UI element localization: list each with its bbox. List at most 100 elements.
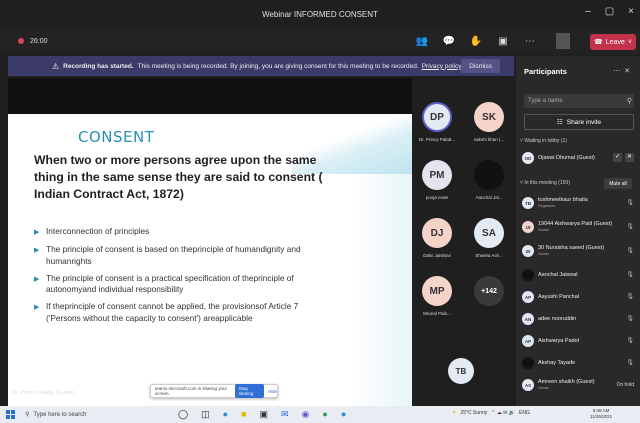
participant-tile[interactable]: DP Dr. Princy Palatt... <box>412 96 462 158</box>
privacy-policy-link[interactable]: Privacy policy <box>422 63 462 70</box>
more-participants-tile[interactable]: +142 <box>464 270 514 332</box>
mic-muted-icon: 🎙 <box>626 272 634 278</box>
more-icon[interactable]: ⋯ <box>523 36 537 47</box>
task-view-icon[interactable]: ◫ <box>201 409 210 420</box>
avatar-initials: MP <box>429 285 445 297</box>
recording-banner: ⚠ Recording has started. This meeting is… <box>8 56 514 76</box>
weather-icon: ☀ <box>452 410 457 416</box>
participant-row[interactable]: Aanchal Jaiswal 🎙 <box>522 266 636 284</box>
maximize-button[interactable]: ▢ <box>605 6 614 17</box>
edge-icon[interactable]: ● <box>223 409 228 420</box>
lobby-participant[interactable]: OD Ojaswi Dhumal (Guest) ✓ ✕ <box>522 149 636 167</box>
participant-tile[interactable]: SK sakshi khan (... <box>464 96 514 158</box>
avatar: SA <box>474 218 504 248</box>
stop-sharing-button[interactable]: Stop sharing <box>234 384 264 398</box>
clock-date: 11/26/2021 <box>590 413 613 419</box>
avatar: DJ <box>422 218 452 248</box>
mic-muted-icon: 🎙 <box>626 200 634 206</box>
participant-tile[interactable]: PM pooja mote <box>412 154 462 216</box>
participant-name: Ojaswi Dhumal (Guest) <box>538 155 595 161</box>
screen-share-notice: teams.microsoft.com is sharing your scre… <box>150 384 278 398</box>
participant-tile[interactable]: DJ Dalvi Jaishavi <box>412 212 462 274</box>
tray-icons[interactable]: ⌃ ☁ ✉ 🔊 <box>491 410 515 416</box>
avatar: 19 <box>522 221 534 233</box>
store-icon[interactable]: ▣ <box>259 409 268 420</box>
participant-row[interactable]: AS Amreen shaikh (Guest) Guest On hold <box>522 376 636 394</box>
chevron-down-icon[interactable]: ˅ <box>628 39 632 46</box>
participant-row[interactable]: TB tushmeetkaur bhatia Organizer 🎙 <box>522 194 636 212</box>
chrome-icon[interactable]: ● <box>322 409 327 420</box>
participant-search-input[interactable]: Type a name <box>524 94 634 108</box>
mic-muted-icon: 🎙 <box>626 338 634 344</box>
self-view-avatar[interactable]: TB <box>448 358 474 384</box>
clock-time: 9:48 AM <box>592 408 610 413</box>
title-bar: Webinar INFORMED CONSENT – ▢ × <box>0 0 640 28</box>
avatar: OD <box>522 152 534 164</box>
avatar: AS <box>522 379 534 391</box>
teams-icon[interactable]: ◉ <box>302 409 310 420</box>
panel-controls: ⋯✕ <box>613 67 634 75</box>
slide-title: CONSENT <box>78 128 155 146</box>
participant-row[interactable]: 19 19044 Aishwarya Patil (Guest) Guest 🎙 <box>522 218 636 236</box>
chat-icon[interactable]: 💬 <box>442 36 456 47</box>
banner-bold: Recording has started. <box>63 62 134 70</box>
weather-text[interactable]: 25°C Sunny <box>460 410 487 416</box>
share-notice-text: teams.microsoft.com is sharing your scre… <box>155 386 228 396</box>
participant-role: Guest <box>538 251 549 256</box>
in-meeting-label: In this meeting (150) <box>524 180 570 186</box>
close-button[interactable]: × <box>628 6 634 17</box>
hide-button[interactable]: Hide <box>268 389 277 394</box>
avatar: DP <box>422 102 452 132</box>
participant-row[interactable]: Akshay Tayade 🎙 <box>522 354 636 372</box>
rooms-icon[interactable]: ▣ <box>496 36 510 47</box>
leave-button[interactable]: ☎ Leave ˅ <box>590 34 636 50</box>
lobby-section[interactable]: ˅ Waiting in lobby (1) <box>520 138 567 144</box>
tile-name: Shweta Ach... <box>475 253 503 258</box>
taskbar-search[interactable]: ⚲ Type here to search <box>25 411 86 419</box>
app-icon[interactable]: ● <box>341 409 346 420</box>
participant-tile[interactable]: Aanchal Jai... <box>464 154 514 216</box>
meeting-toolbar: 26:00 👥 💬 ✋ ▣ ⋯ ▣ 🎙 ⇧ ☎ Leave ˅ <box>0 28 640 54</box>
bullet-text: The principle of consent is a practical … <box>46 272 294 295</box>
deny-icon[interactable]: ✕ <box>625 153 634 162</box>
language-indicator[interactable]: ENG <box>519 410 530 416</box>
participant-row[interactable]: AP Aishwarya Padol 🎙 <box>522 332 636 350</box>
tile-name: Dr. Princy Palatt... <box>418 137 455 142</box>
mic-muted-icon: 🎙 <box>626 248 634 254</box>
in-meeting-section[interactable]: ˅ In this meeting (150) <box>520 180 570 186</box>
bullet-text: The principle of consent is based on the… <box>46 244 301 266</box>
file-explorer-icon[interactable]: ■ <box>241 409 246 420</box>
windows-start-icon[interactable] <box>6 410 15 419</box>
more-icon[interactable]: ⋯ <box>613 68 624 75</box>
share-invite-button[interactable]: ☷ Share invite <box>524 114 634 130</box>
participant-name-block: 30 Nuraisha saeed (Guest) Guest <box>538 245 604 257</box>
presenter-name: Dr. Princy Palatty (Guest) <box>12 390 75 396</box>
system-tray: ☀ 25°C Sunny ⌃ ☁ ✉ 🔊 ENG <box>452 410 530 416</box>
presentation-slide: CONSENT When two or more persons agree u… <box>8 114 412 407</box>
participant-role: Guest <box>538 385 549 390</box>
cortana-icon[interactable]: ◯ <box>178 409 188 420</box>
mail-icon[interactable]: ✉ <box>281 409 289 420</box>
people-icon[interactable]: 👥 <box>415 36 429 47</box>
meeting-timer: 26:00 <box>30 37 48 45</box>
bullet-text: If theprinciple of consent cannot be app… <box>46 301 299 323</box>
avatar-initials: PM <box>429 169 445 181</box>
participant-role: Organizer <box>538 203 556 208</box>
clock[interactable]: 9:48 AM 11/26/2021 <box>590 408 612 419</box>
share-invite-label: Share invite <box>566 118 602 126</box>
tile-name: sakshi khan (... <box>473 137 505 142</box>
mute-all-button[interactable]: Mute all <box>604 178 632 189</box>
minimize-button[interactable]: – <box>585 6 591 17</box>
participant-tile[interactable]: MP Mrunal Palo... <box>412 270 462 332</box>
search-icon: ⚲ <box>626 98 632 105</box>
admit-icon[interactable]: ✓ <box>613 153 622 162</box>
close-icon[interactable]: ✕ <box>624 68 634 75</box>
avatar: SK <box>474 102 504 132</box>
participant-name: adee nooruddin <box>538 316 577 322</box>
participant-row[interactable]: AP Aayushi Panchal 🎙 <box>522 288 636 306</box>
dismiss-button[interactable]: Dismiss <box>461 59 500 73</box>
hand-icon[interactable]: ✋ <box>469 36 483 47</box>
participant-row[interactable]: AN adee nooruddin 🎙 <box>522 310 636 328</box>
participant-tile[interactable]: SA Shweta Ach... <box>464 212 514 274</box>
participant-row[interactable]: 30 30 Nuraisha saeed (Guest) Guest 🎙 <box>522 242 636 260</box>
